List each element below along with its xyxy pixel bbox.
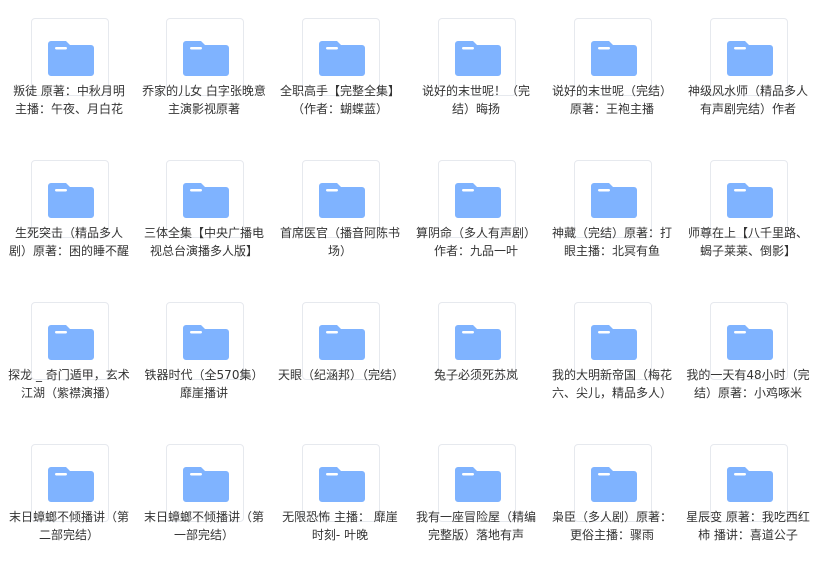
folder-item[interactable]: 算阴命（多人有声剧）作者：九品一叶 — [410, 142, 542, 282]
folder-item[interactable]: 星辰变 原著：我吃西红柿 播讲：喜道公子 — [682, 426, 814, 566]
folder-item[interactable]: 兔子必须死苏岚 — [410, 284, 542, 424]
folder-name: 叛徒 原著：中秋月明 主播：午夜、月白花 — [13, 84, 125, 116]
folder-item[interactable]: 我的大明新帝国（梅花六、尖儿，精品多人） — [546, 284, 678, 424]
folder-name: 无限恐怖 主播： 靡崖时刻- 叶晚 — [282, 510, 398, 542]
folder-icon — [727, 467, 773, 502]
folder-name: 算阴命（多人有声剧）作者：九品一叶 — [415, 226, 536, 258]
folder-icon — [727, 325, 773, 360]
folder-icon — [455, 183, 501, 218]
folder-name: 神藏（完结）原著：打眼主播：北冥有鱼 — [551, 226, 672, 258]
folder-item[interactable]: 全职高手【完整全集】（作者：蝴蝶蓝） — [274, 0, 406, 140]
folder-item[interactable]: 铁器时代（全570集） 靡崖播讲 — [138, 284, 270, 424]
folder-icon — [319, 325, 365, 360]
folder-icon — [591, 41, 637, 76]
folder-name: 说好的末世呢（完结）原著：王袍主播 — [551, 84, 672, 116]
folder-name: 末日蟑螂不倾播讲（第二部完结） — [8, 510, 129, 542]
folder-icon — [455, 325, 501, 360]
folder-name: 首席医官（播音阿陈书场） — [279, 226, 400, 258]
folder-name: 师尊在上【八千里路、蝎子莱莱、倒影】 — [687, 226, 808, 258]
folder-icon — [183, 183, 229, 218]
folder-name: 枭臣（多人剧）原著：更俗主播：骤雨 — [551, 510, 672, 542]
folder-item[interactable]: 枭臣（多人剧）原著：更俗主播：骤雨 — [546, 426, 678, 566]
folder-name: 探龙 _ 奇门遁甲，玄术江湖（紫襟演播） — [8, 368, 130, 400]
folder-icon — [48, 41, 94, 76]
folder-item[interactable]: 神级风水师（精品多人有声剧完结）作者 — [682, 0, 814, 140]
folder-item[interactable]: 叛徒 原著：中秋月明 主播：午夜、月白花 — [3, 0, 135, 140]
folder-name: 天眼（纪涵邦）（完结） — [278, 368, 402, 382]
folder-icon — [319, 41, 365, 76]
folder-name: 兔子必须死苏岚 — [433, 368, 518, 382]
folder-icon — [183, 325, 229, 360]
folder-item[interactable]: 天眼（纪涵邦）（完结） — [274, 284, 406, 424]
folder-icon — [727, 183, 773, 218]
folder-item[interactable]: 首席医官（播音阿陈书场） — [274, 142, 406, 282]
folder-icon — [455, 467, 501, 502]
folder-item[interactable]: 我的一天有48小时（完结）原著：小鸡啄米 — [682, 284, 814, 424]
folder-item[interactable]: 说好的末世呢！（完结）晦扬 — [410, 0, 542, 140]
folder-name: 说好的末世呢！（完结）晦扬 — [421, 84, 530, 116]
folder-icon — [48, 325, 94, 360]
folder-name: 我的大明新帝国（梅花六、尖儿，精品多人） — [551, 368, 672, 400]
folder-name: 末日蟑螂不倾播讲（第一部完结） — [143, 510, 264, 542]
folder-item[interactable]: 神藏（完结）原著：打眼主播：北冥有鱼 — [546, 142, 678, 282]
folder-item[interactable]: 探龙 _ 奇门遁甲，玄术江湖（紫襟演播） — [3, 284, 135, 424]
folder-name: 生死突击（精品多人剧）原著：困的睡不醒 — [8, 226, 129, 258]
folder-icon — [455, 41, 501, 76]
folder-icon — [48, 467, 94, 502]
folder-name: 我的一天有48小时（完结）原著：小鸡啄米 — [686, 368, 810, 400]
folder-item[interactable]: 我有一座冒险屋（精编完整版）落地有声 — [410, 426, 542, 566]
folder-item[interactable]: 末日蟑螂不倾播讲（第二部完结） — [3, 426, 135, 566]
folder-icon — [591, 467, 637, 502]
file-grid: 叛徒 原著：中秋月明 主播：午夜、月白花 乔家的儿女 白字张晚意主演影视原著 全职高… — [0, 0, 833, 586]
folder-item[interactable]: 说好的末世呢（完结）原著：王袍主播 — [546, 0, 678, 140]
folder-name: 三体全集【中央广播电视总台演播多人版】 — [143, 226, 264, 258]
folder-item[interactable]: 无限恐怖 主播： 靡崖时刻- 叶晚 — [274, 426, 406, 566]
folder-icon — [591, 183, 637, 218]
folder-icon — [48, 183, 94, 218]
folder-item[interactable]: 末日蟑螂不倾播讲（第一部完结） — [138, 426, 270, 566]
folder-item[interactable]: 三体全集【中央广播电视总台演播多人版】 — [138, 142, 270, 282]
folder-name: 全职高手【完整全集】（作者：蝴蝶蓝） — [279, 84, 400, 116]
folder-icon — [319, 467, 365, 502]
folder-icon — [319, 183, 365, 218]
folder-icon — [183, 41, 229, 76]
folder-name: 乔家的儿女 白字张晚意主演影视原著 — [142, 84, 266, 116]
folder-icon — [727, 41, 773, 76]
folder-item[interactable]: 生死突击（精品多人剧）原著：困的睡不醒 — [3, 142, 135, 282]
folder-item[interactable]: 师尊在上【八千里路、蝎子莱莱、倒影】 — [682, 142, 814, 282]
folder-name: 我有一座冒险屋（精编完整版）落地有声 — [415, 510, 536, 542]
folder-name: 铁器时代（全570集） 靡崖播讲 — [144, 368, 264, 400]
folder-icon — [591, 325, 637, 360]
folder-icon — [183, 467, 229, 502]
folder-name: 星辰变 原著：我吃西红柿 播讲：喜道公子 — [686, 510, 810, 542]
folder-name: 神级风水师（精品多人有声剧完结）作者 — [687, 84, 808, 116]
folder-item[interactable]: 乔家的儿女 白字张晚意主演影视原著 — [138, 0, 270, 140]
